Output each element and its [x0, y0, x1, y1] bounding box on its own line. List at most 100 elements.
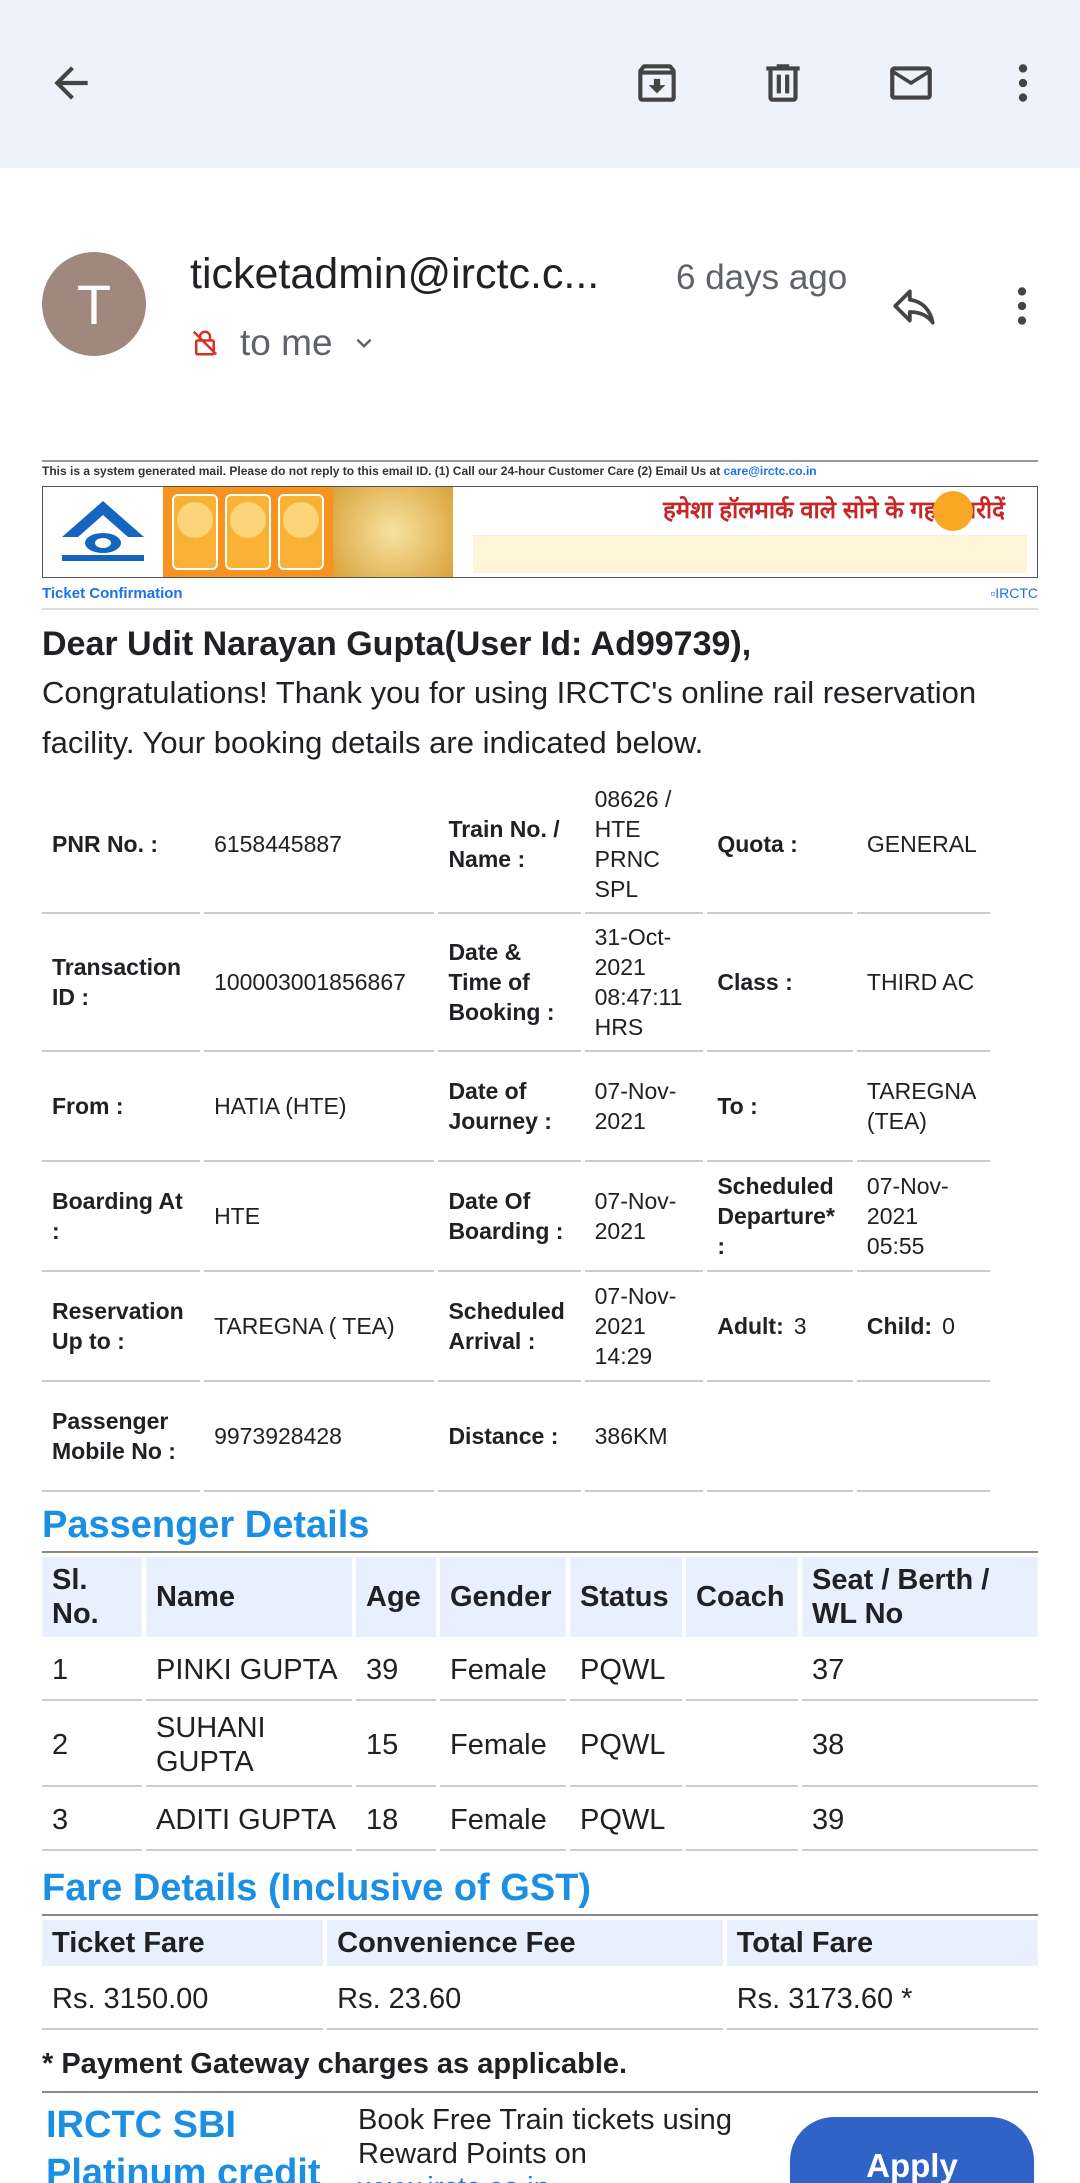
passenger-cell: 3	[42, 1791, 142, 1851]
passenger-row: 1 PINKI GUPTA 39 Female PQWL 37	[42, 1641, 1038, 1701]
promo-brand: IRCTC SBI Platinum credit	[46, 2104, 321, 2183]
passenger-cell: PQWL	[570, 1705, 682, 1787]
booking-row: Passenger Mobile No :9973928428 Distance …	[42, 1382, 990, 1492]
reply-icon[interactable]	[884, 276, 944, 336]
gold-jewellery-image	[333, 487, 453, 577]
booking-label: PNR No. :	[42, 776, 201, 914]
passenger-cell: 15	[356, 1705, 436, 1787]
passenger-header: Age	[356, 1557, 436, 1637]
passenger-cell: PQWL	[570, 1641, 682, 1701]
passenger-section-title: Passenger Details	[42, 1504, 1038, 1553]
intro-text: Congratulations! Thank you for using IRC…	[42, 675, 977, 760]
passenger-cell: 18	[356, 1791, 436, 1851]
ticket-title-bar: Ticket Confirmation ▫IRCTC	[42, 578, 1038, 610]
recipient-toggle[interactable]: to me	[190, 318, 379, 368]
banner-contact-row	[473, 535, 1027, 573]
booking-label: Quota :	[707, 776, 853, 914]
passenger-cell: SUHANI GUPTA	[146, 1705, 352, 1787]
booking-value: 07-Nov-2021	[584, 1162, 704, 1272]
passenger-cell: Female	[440, 1791, 566, 1851]
chevron-down-icon	[356, 338, 372, 348]
booking-table: PNR No. :6158445887 Train No. / Name :086…	[38, 776, 994, 1492]
received-time: 6 days ago	[676, 258, 848, 297]
booking-empty-cell	[856, 1382, 990, 1492]
fare-header: Total Fare	[726, 1920, 1038, 1966]
hallmark-banner[interactable]: हमेशा हॉलमार्क वाले सोने के गहने खरीदें	[42, 486, 1038, 578]
booking-value: TAREGNA (TEA)	[856, 1052, 990, 1162]
mark-unread-icon[interactable]	[878, 50, 944, 116]
passenger-cell: PINKI GUPTA	[146, 1641, 352, 1701]
passenger-cell: Female	[440, 1641, 566, 1701]
passenger-header: Seat / Berth / WL No	[802, 1557, 1038, 1637]
booking-value: TAREGNA ( TEA)	[204, 1272, 435, 1382]
passenger-cell	[686, 1705, 798, 1787]
booking-label: Boarding At :	[42, 1162, 201, 1272]
passenger-header: Sl. No.	[42, 1557, 142, 1637]
bis-logo	[43, 487, 163, 577]
booking-value: 9973928428	[204, 1382, 435, 1492]
booking-row: Transaction ID :100003001856867 Date & Ti…	[42, 914, 990, 1052]
more-vertical-icon[interactable]	[990, 50, 1056, 116]
booking-label: Reservation Up to :	[42, 1272, 201, 1382]
booking-count: Child: 0	[856, 1272, 990, 1382]
greeting: Dear Udit Narayan Gupta(User Id: Ad99739…	[42, 625, 752, 663]
booking-row: From : HATIA (HTE) Date of Journey :07-Nov…	[42, 1052, 990, 1162]
delete-icon[interactable]	[750, 50, 816, 116]
fare-value: Rs. 3173.60 *	[726, 1970, 1038, 2030]
booking-label: Transaction ID :	[42, 914, 201, 1052]
archive-icon[interactable]	[624, 50, 690, 116]
sender-avatar[interactable]: T	[42, 252, 146, 356]
booking-label: Scheduled Arrival :	[438, 1272, 581, 1382]
passenger-cell: 2	[42, 1705, 142, 1787]
fare-section-title: Fare Details (Inclusive of GST)	[42, 1867, 1038, 1916]
booking-label: From :	[42, 1052, 201, 1162]
message-more-icon[interactable]	[992, 276, 1052, 336]
booking-row: PNR No. :6158445887 Train No. / Name :086…	[42, 776, 990, 914]
passenger-header: Coach	[686, 1557, 798, 1637]
booking-value: 07-Nov-2021	[584, 1052, 704, 1162]
passenger-cell	[686, 1641, 798, 1701]
booking-row: Boarding At : HTE Date Of Boarding :07-Nov…	[42, 1162, 990, 1272]
promo-text: Book Free Train tickets using Reward Poi…	[358, 2103, 778, 2183]
booking-value: 100003001856867	[204, 914, 435, 1052]
top-app-bar	[0, 0, 1080, 168]
irctc-link[interactable]: www.irctc.co.in	[358, 2172, 550, 2183]
booking-label: Scheduled Departure* :	[707, 1162, 853, 1272]
fare-header: Convenience Fee	[327, 1920, 723, 1966]
booking-label: Train No. / Name :	[438, 776, 581, 914]
booking-value: 07-Nov-2021 05:55	[856, 1162, 990, 1272]
booking-label: Date & Time of Booking :	[438, 914, 581, 1052]
booking-row: Reservation Up to : TAREGNA ( TEA) Schedul…	[42, 1272, 990, 1382]
fare-header: Ticket Fare	[42, 1920, 324, 1966]
booking-label: Date Of Boarding :	[438, 1162, 581, 1272]
booking-label: Distance :	[438, 1382, 581, 1492]
booking-label: Passenger Mobile No :	[42, 1382, 201, 1492]
care-email-link[interactable]: care@irctc.co.in	[724, 464, 817, 478]
system-note: This is a system generated mail. Please …	[42, 460, 1038, 484]
booking-label: To :	[707, 1052, 853, 1162]
passenger-cell: 38	[802, 1705, 1038, 1787]
booking-value: 08626 / HTE PRNC SPL	[584, 776, 704, 914]
sender-address[interactable]: ticketadmin@irctc.c...	[190, 250, 599, 299]
booking-value: 386KM	[584, 1382, 704, 1492]
back-arrow-icon[interactable]	[38, 50, 104, 116]
booking-value: GENERAL	[856, 776, 990, 914]
booking-value: 07-Nov-2021 14:29	[584, 1272, 704, 1382]
lock-off-icon	[192, 330, 218, 356]
passenger-header: Gender	[440, 1557, 566, 1637]
passenger-header: Name	[146, 1557, 352, 1637]
booking-value: 31-Oct-2021 08:47:11 HRS	[584, 914, 704, 1052]
passenger-cell: Female	[440, 1705, 566, 1787]
apply-button[interactable]: Apply	[790, 2117, 1034, 2183]
passenger-cell: 1	[42, 1641, 142, 1701]
email-body: This is a system generated mail. Please …	[42, 460, 1038, 2183]
booking-value: HTE	[204, 1162, 435, 1272]
passenger-cell: 39	[802, 1791, 1038, 1851]
irctc-logo-icon: ▫IRCTC	[990, 585, 1038, 601]
sbi-card-promo[interactable]: IRCTC SBI Platinum credit Book Free Trai…	[42, 2093, 1038, 2183]
ticket-title: Ticket Confirmation	[42, 584, 183, 602]
consumer-badge	[933, 491, 973, 531]
fare-value: Rs. 23.60	[327, 1970, 723, 2030]
recipient-label: to me	[240, 322, 333, 363]
booking-label: Class :	[707, 914, 853, 1052]
